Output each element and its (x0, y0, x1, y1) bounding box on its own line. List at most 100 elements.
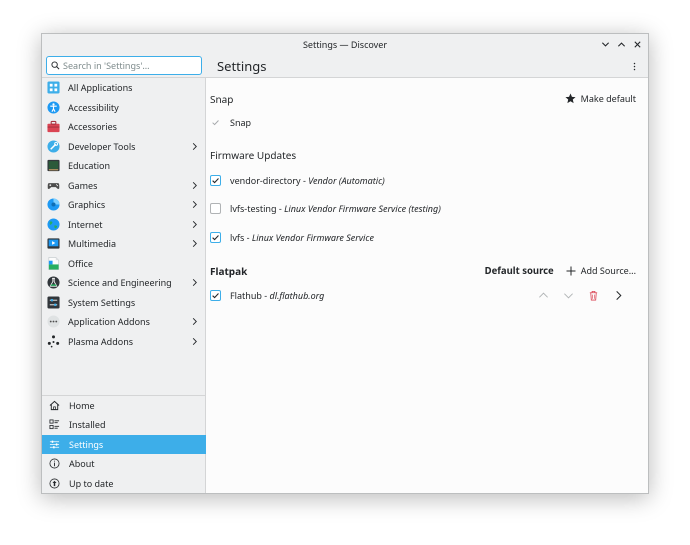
source-label: lvfs - Linux Vendor Firmware Service (230, 231, 374, 244)
home-icon (48, 399, 61, 412)
accessories-icon (47, 120, 60, 133)
sidebar-item-label: Graphics (68, 198, 106, 212)
move-up-button[interactable] (537, 289, 549, 301)
source-detail: Linux Vendor Firmware Service (testing) (284, 201, 441, 215)
sidebar-item-developer-tools[interactable]: Developer Tools (42, 137, 206, 157)
category-list: All Applications Accessibility Accessori… (42, 78, 206, 351)
sidebar-item-science-and-engineering[interactable]: Science and Engineering (42, 273, 206, 293)
chevron-down-icon (601, 41, 610, 47)
chevron-right-icon (192, 142, 197, 150)
source-label: Flathub - dl.flathub.org (230, 289, 324, 302)
add-source-label: Add Source... (580, 264, 636, 277)
nav-item-label: Installed (69, 418, 106, 432)
source-detail: dl.flathub.org (269, 288, 325, 302)
sidebar-item-education[interactable]: Education (42, 156, 206, 176)
settings-icon (48, 438, 61, 451)
sidebar-item-accessibility[interactable]: Accessibility (42, 98, 206, 118)
chevron-up-icon (617, 41, 626, 47)
sidebar-item-accessories[interactable]: Accessories (42, 117, 206, 137)
developer-tools-icon (47, 140, 60, 153)
source-row-lvfs: lvfs - Linux Vendor Firmware Service (210, 228, 638, 246)
application-addons-icon (47, 315, 60, 328)
nav-item-home[interactable]: Home (42, 396, 206, 416)
sidebar-item-label: Internet (68, 217, 103, 231)
nav-item-installed[interactable]: Installed (42, 415, 206, 435)
make-default-button[interactable]: Make default (565, 92, 636, 105)
title-bar: Settings — Discover (42, 34, 648, 54)
nav-item-up-to-date[interactable]: Up to date (42, 474, 206, 494)
checkmark-icon (212, 234, 219, 240)
vendor-directory-checkbox[interactable] (210, 174, 221, 186)
source-label: vendor-directory - Vendor (Automatic) (230, 174, 385, 187)
move-down-button[interactable] (562, 289, 574, 301)
source-row-snap: Snap (210, 113, 638, 131)
up-to-date-icon (48, 477, 61, 490)
source-details-button[interactable] (612, 289, 624, 301)
trash-icon (589, 290, 597, 300)
close-icon (634, 40, 641, 48)
education-icon (47, 159, 60, 172)
snap-section-title: Snap (210, 92, 234, 106)
source-name: Snap (230, 115, 252, 129)
source-row-actions (537, 286, 624, 304)
chevron-right-icon (192, 240, 197, 247)
source-name: vendor-directory (230, 173, 301, 187)
header-toolbar: Settings (42, 54, 648, 78)
lvfs-checkbox[interactable] (210, 231, 221, 243)
games-icon (47, 179, 60, 192)
kebab-menu-icon (633, 62, 635, 70)
checkmark-icon (212, 292, 219, 298)
source-separator: - (276, 201, 285, 215)
sidebar-item-multimedia[interactable]: Multimedia (42, 234, 206, 254)
sidebar-item-graphics[interactable]: Graphics (42, 195, 206, 215)
search-box[interactable] (46, 56, 202, 75)
sidebar-item-label: All Applications (68, 81, 133, 95)
nav-item-label: Home (69, 398, 95, 412)
menu-button[interactable] (628, 59, 640, 73)
about-icon (48, 457, 61, 470)
search-input[interactable] (63, 59, 193, 72)
source-name: lvfs (230, 230, 245, 244)
sidebar-item-office[interactable]: Office (42, 254, 206, 274)
maximize-button[interactable] (615, 38, 628, 51)
nav-item-label: Up to date (69, 476, 114, 490)
minimize-button[interactable] (599, 38, 612, 51)
nav-item-settings[interactable]: Settings (42, 434, 206, 454)
sidebar-item-label: Office (68, 256, 93, 270)
search-icon (51, 61, 60, 70)
graphics-icon (47, 198, 60, 211)
nav-item-about[interactable]: About (42, 454, 206, 474)
delete-source-button[interactable] (587, 289, 599, 301)
accessibility-icon (47, 101, 60, 114)
add-source-button[interactable]: Add Source... (566, 264, 636, 277)
nav-item-label: About (69, 457, 95, 471)
source-label: lvfs-testing - Linux Vendor Firmware Ser… (230, 202, 441, 215)
flathub-checkbox[interactable] (210, 289, 221, 301)
chevron-right-icon (192, 337, 197, 345)
page-title: Settings (217, 57, 267, 75)
chevron-right-icon (192, 181, 197, 189)
default-source-label: Default source (484, 264, 554, 277)
lvfs-testing-checkbox[interactable] (210, 202, 221, 214)
snap-checkbox[interactable] (210, 117, 221, 128)
source-name: Flathub (230, 288, 262, 302)
sidebar-item-internet[interactable]: Internet (42, 215, 206, 235)
window-title: Settings — Discover (302, 37, 388, 51)
star-icon (565, 93, 576, 104)
window-controls (599, 34, 644, 54)
nav-item-label: Settings (69, 437, 104, 451)
sidebar-item-application-addons[interactable]: Application Addons (42, 312, 206, 332)
office-icon (47, 256, 60, 270)
installed-icon (48, 418, 61, 431)
chevron-down-icon (563, 292, 573, 298)
sidebar-item-games[interactable]: Games (42, 176, 206, 196)
sidebar-item-label: Plasma Addons (68, 334, 134, 348)
sidebar-item-system-settings[interactable]: System Settings (42, 293, 206, 313)
sidebar-item-all-applications[interactable]: All Applications (42, 78, 206, 98)
close-button[interactable] (631, 38, 644, 51)
sidebar-item-label: Multimedia (68, 237, 117, 251)
sidebar-item-plasma-addons[interactable]: Plasma Addons (42, 332, 206, 352)
sidebar-item-label: Games (68, 178, 98, 192)
chevron-right-icon (192, 220, 197, 228)
sidebar-item-label: Accessories (68, 120, 117, 134)
